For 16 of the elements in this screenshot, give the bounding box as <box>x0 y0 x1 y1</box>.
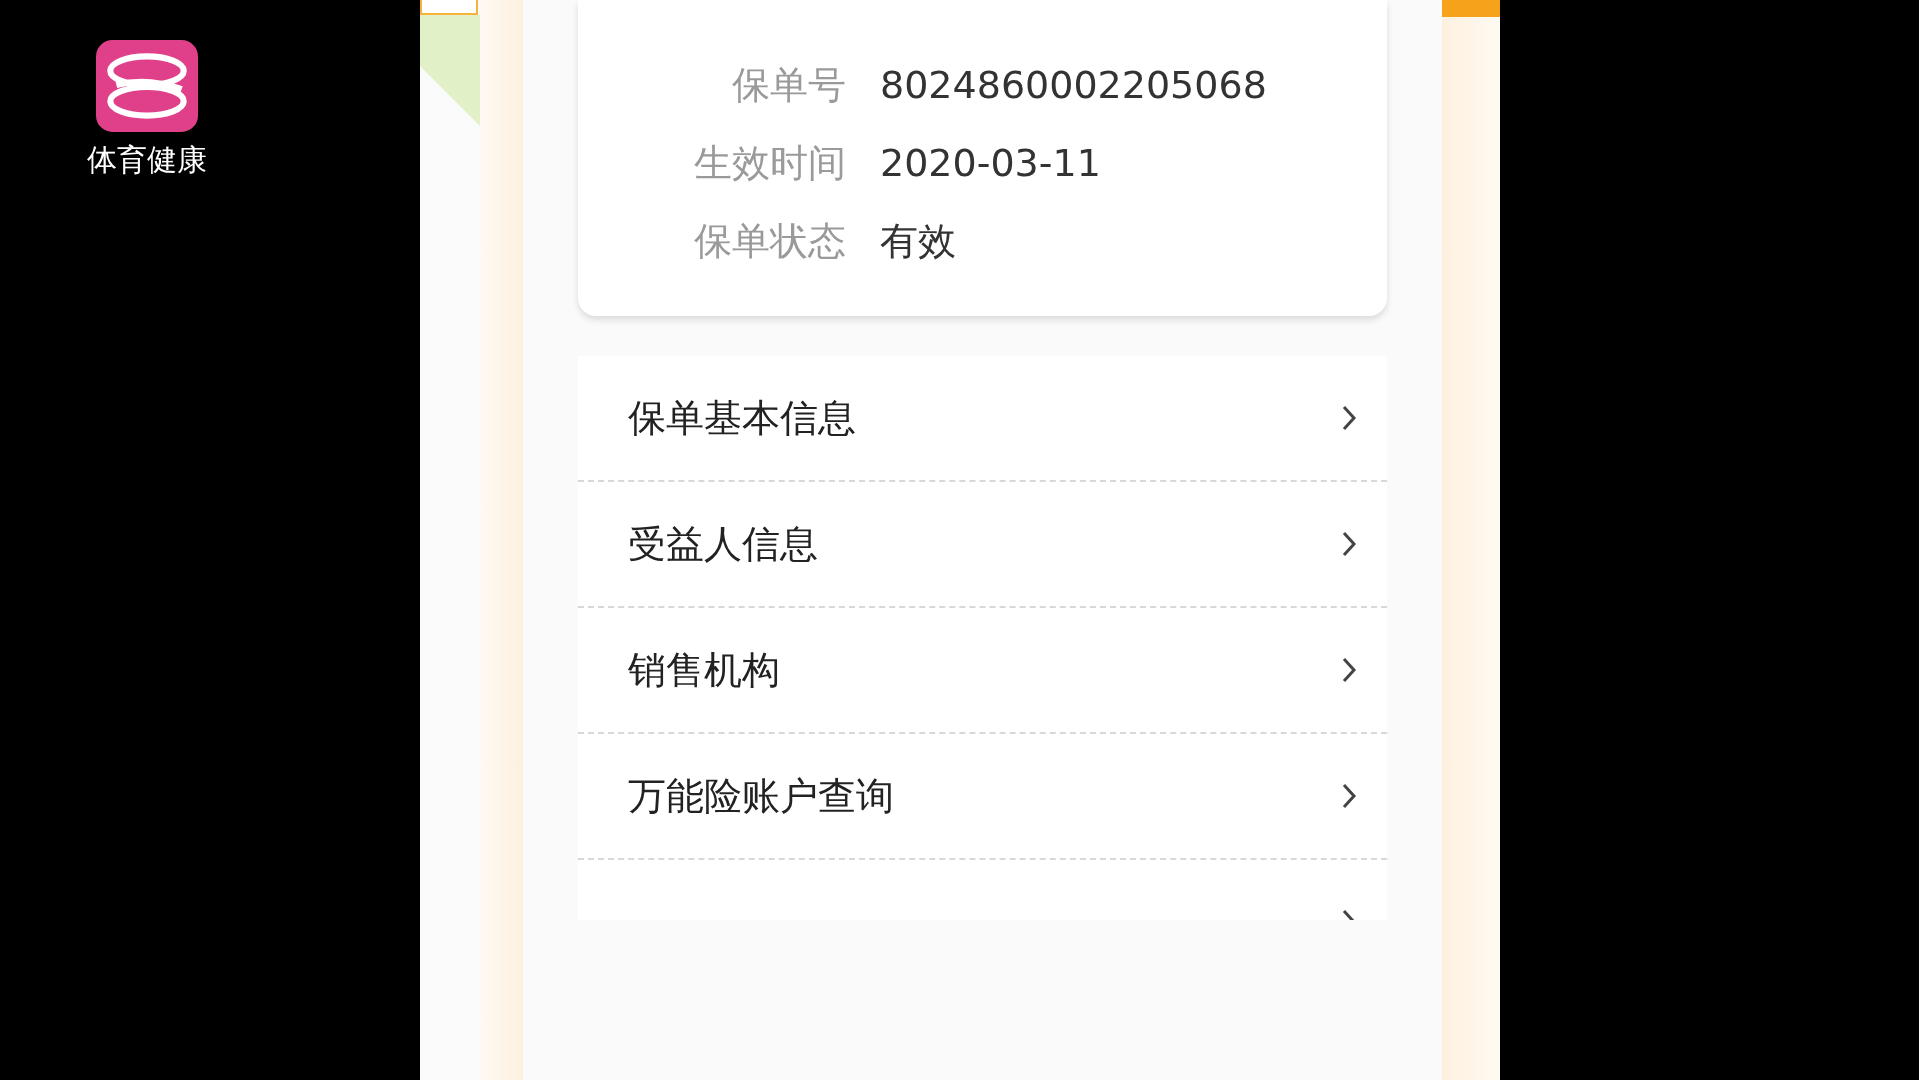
menu-item[interactable]: 万能险账户查询 <box>578 734 1387 860</box>
chevron-right-icon <box>1341 404 1357 432</box>
field-value: 8024860002205068 <box>880 63 1267 107</box>
chevron-right-icon <box>1341 656 1357 684</box>
field-label: 生效时间 <box>693 139 846 187</box>
field-value: 2020-03-11 <box>880 141 1101 185</box>
channel-logo-icon <box>96 40 198 132</box>
field-value: 有效 <box>880 217 956 265</box>
menu-item[interactable]: 保单基本信息 <box>578 356 1387 482</box>
chevron-right-icon <box>1341 530 1357 558</box>
menu-item[interactable]: 销售机构 <box>578 608 1387 734</box>
field-label: 保单状态 <box>693 217 846 265</box>
channel-name: 体育健康 <box>87 141 207 179</box>
chevron-right-icon <box>1341 782 1357 810</box>
menu-item[interactable]: 受益人信息 <box>578 482 1387 608</box>
field-label: 保单号 <box>731 61 846 109</box>
